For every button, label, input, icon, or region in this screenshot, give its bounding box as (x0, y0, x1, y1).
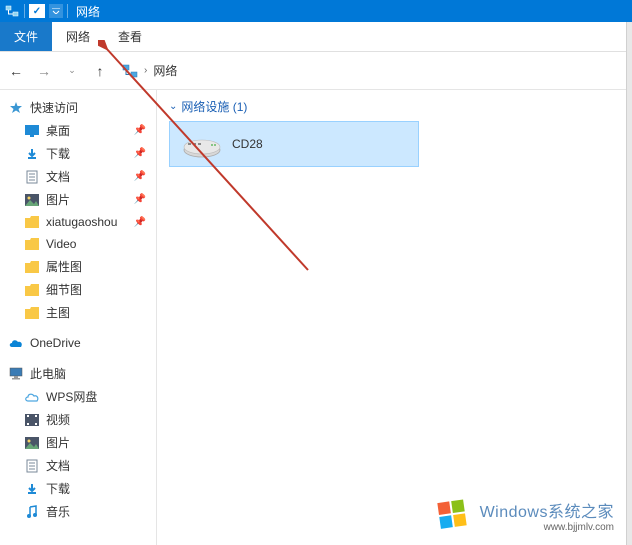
sidebar-this-pc[interactable]: 此电脑 (0, 362, 156, 385)
pictures-icon (24, 192, 40, 208)
device-label: CD28 (232, 137, 263, 151)
qat-properties-button[interactable]: ✓ (29, 4, 45, 18)
sidebar-item-music[interactable]: 音乐 (0, 500, 156, 523)
sidebar-onedrive[interactable]: OneDrive (0, 332, 156, 354)
watermark: Windows系统之家 www.bjjmlv.com (434, 495, 614, 533)
sidebar-item-label: 音乐 (46, 503, 70, 520)
group-label: 网络设施 (1) (181, 98, 247, 115)
tab-network[interactable]: 网络 (52, 22, 104, 51)
watermark-title: Windows系统之家 (480, 498, 614, 522)
sidebar-item-label: 下载 (46, 145, 70, 162)
sidebar-item-label: 视频 (46, 411, 70, 428)
sidebar-item-label: 图片 (46, 191, 70, 208)
sidebar-item-label: WPS网盘 (46, 388, 97, 405)
sidebar-item-downloads[interactable]: 下载 📌 (0, 142, 156, 165)
sidebar-item-pictures[interactable]: 图片 📌 (0, 188, 156, 211)
pin-icon: 📌 (134, 171, 146, 182)
cloud-icon (8, 335, 24, 351)
sidebar-item-documents[interactable]: 文档 📌 (0, 165, 156, 188)
pictures-icon (24, 435, 40, 451)
device-item[interactable]: CD28 (169, 121, 419, 167)
sidebar-item-label: 文档 (46, 457, 70, 474)
watermark-url: www.bjjmlv.com (544, 522, 614, 533)
music-icon (24, 504, 40, 520)
content-area: 快速访问 桌面 📌 下载 📌 文档 📌 图片 📌 (0, 90, 632, 545)
sidebar-item-desktop[interactable]: 桌面 📌 (0, 119, 156, 142)
cloud-icon (24, 389, 40, 405)
document-icon (24, 458, 40, 474)
tab-file[interactable]: 文件 (0, 22, 52, 51)
back-button[interactable]: ← (6, 61, 26, 81)
sidebar-item-folder[interactable]: 主图 (0, 301, 156, 324)
network-icon (122, 63, 138, 79)
modem-icon (182, 130, 222, 158)
navigation-pane: 快速访问 桌面 📌 下载 📌 文档 📌 图片 📌 (0, 90, 157, 545)
folder-icon (24, 305, 40, 321)
folder-icon (24, 214, 40, 230)
windows-logo-icon (434, 495, 472, 533)
nav-bar: ← → ⌄ ↑ › 网络 (0, 52, 632, 90)
sidebar-item-folder[interactable]: Video (0, 233, 156, 255)
forward-button[interactable]: → (34, 61, 54, 81)
breadcrumb-location: 网络 (153, 62, 177, 79)
download-icon (24, 481, 40, 497)
sidebar-item-folder[interactable]: 细节图 (0, 278, 156, 301)
sidebar-item-label: Video (46, 237, 76, 251)
chevron-down-icon: ⌄ (169, 101, 177, 112)
sidebar-item-label: 主图 (46, 304, 70, 321)
sidebar-item-folder[interactable]: xiatugaoshou 📌 (0, 211, 156, 233)
folder-icon (24, 236, 40, 252)
sidebar-item-label: xiatugaoshou (46, 215, 117, 229)
sidebar-item-wps[interactable]: WPS网盘 (0, 385, 156, 408)
ribbon-tabs: 文件 网络 查看 (0, 22, 632, 52)
sidebar-item-folder[interactable]: 属性图 (0, 255, 156, 278)
pin-icon: 📌 (134, 125, 146, 136)
separator (67, 4, 68, 18)
separator (24, 4, 25, 18)
window-title: 网络 (76, 3, 100, 20)
desktop-icon (24, 123, 40, 139)
sidebar-item-videos[interactable]: 视频 (0, 408, 156, 431)
sidebar-item-label: 细节图 (46, 281, 82, 298)
document-icon (24, 169, 40, 185)
titlebar: ✓ 网络 (0, 0, 632, 22)
sidebar-item-documents[interactable]: 文档 (0, 454, 156, 477)
pin-icon: 📌 (134, 217, 146, 228)
sidebar-item-label: 文档 (46, 168, 70, 185)
sidebar-item-label: 桌面 (46, 122, 70, 139)
recent-dropdown[interactable]: ⌄ (62, 61, 82, 81)
folder-icon (24, 282, 40, 298)
pin-icon: 📌 (134, 194, 146, 205)
video-icon (24, 412, 40, 428)
chevron-right-icon: › (144, 65, 147, 76)
network-icon (4, 4, 20, 18)
tab-view[interactable]: 查看 (104, 22, 156, 51)
sidebar-quick-access[interactable]: 快速访问 (0, 96, 156, 119)
sidebar-item-label: 下载 (46, 480, 70, 497)
check-icon: ✓ (33, 6, 41, 17)
sidebar-item-label: 快速访问 (30, 99, 78, 116)
scrollbar[interactable] (626, 22, 632, 545)
folder-icon (24, 259, 40, 275)
sidebar-item-label: 图片 (46, 434, 70, 451)
pin-icon: 📌 (134, 148, 146, 159)
sidebar-item-label: 此电脑 (30, 365, 66, 382)
sidebar-item-downloads[interactable]: 下载 (0, 477, 156, 500)
star-icon (8, 100, 24, 116)
breadcrumb[interactable]: › 网络 (118, 59, 626, 83)
main-content: ⌄ 网络设施 (1) CD28 (157, 90, 632, 545)
group-header-network-devices[interactable]: ⌄ 网络设施 (1) (169, 98, 620, 115)
download-icon (24, 146, 40, 162)
pc-icon (8, 366, 24, 382)
qat-dropdown-button[interactable] (49, 4, 63, 18)
up-button[interactable]: ↑ (90, 61, 110, 81)
sidebar-item-label: OneDrive (30, 336, 81, 350)
sidebar-item-pictures[interactable]: 图片 (0, 431, 156, 454)
sidebar-item-label: 属性图 (46, 258, 82, 275)
